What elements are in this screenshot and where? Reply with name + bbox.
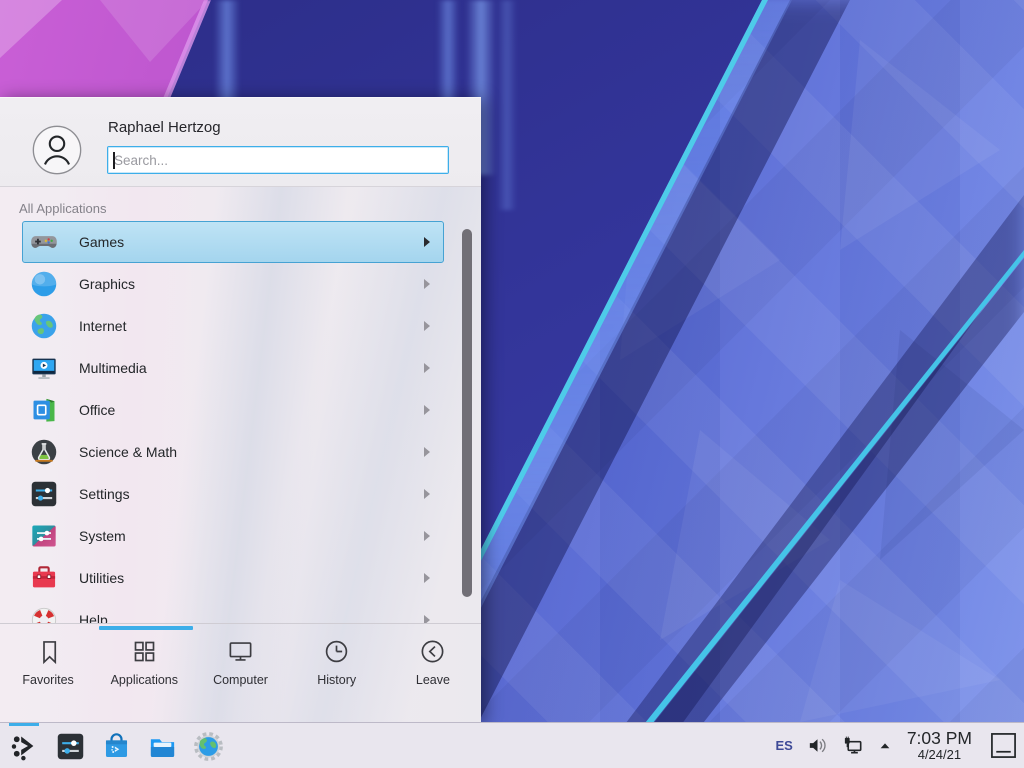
application-launcher-button[interactable] xyxy=(1,723,47,768)
clock-date: 4/24/21 xyxy=(907,748,972,762)
chevron-right-icon xyxy=(424,531,430,541)
computer-icon xyxy=(227,638,254,665)
wallpaper-sheen xyxy=(497,0,517,210)
sphere-icon xyxy=(30,270,58,298)
grid-icon xyxy=(131,638,158,665)
sliders-dark-icon xyxy=(30,480,58,508)
tab-label: Applications xyxy=(111,673,178,687)
flask-icon xyxy=(30,438,58,466)
globe-icon xyxy=(30,312,58,340)
network-icon[interactable] xyxy=(842,734,865,757)
category-science-math[interactable]: Science & Math xyxy=(22,431,444,473)
digital-clock[interactable]: 7:03 PM 4/24/21 xyxy=(905,729,974,762)
category-label: Science & Math xyxy=(79,444,177,460)
clock-time: 7:03 PM xyxy=(907,729,972,748)
bookmark-icon xyxy=(35,638,62,665)
system-settings-button[interactable] xyxy=(47,723,93,768)
chevron-right-icon xyxy=(424,615,430,623)
chevron-right-icon xyxy=(424,363,430,373)
folder-icon xyxy=(147,731,178,762)
leave-icon xyxy=(419,638,446,665)
category-settings[interactable]: Settings xyxy=(22,473,444,515)
category-system[interactable]: System xyxy=(22,515,444,557)
keyboard-layout-indicator[interactable]: ES xyxy=(775,738,792,753)
expand-tray-icon[interactable] xyxy=(878,739,892,753)
kickoff-icon xyxy=(9,731,40,762)
system-settings-icon xyxy=(55,731,86,762)
tab-history[interactable]: History xyxy=(289,638,385,722)
category-label: Games xyxy=(79,234,124,250)
category-list: Games Graphics xyxy=(22,221,444,623)
category-games[interactable]: Games xyxy=(22,221,444,263)
discover-bag-icon xyxy=(101,731,132,762)
launcher-footer: Favorites Applications Computer Hist xyxy=(0,623,481,722)
category-label: Office xyxy=(79,402,115,418)
gamepad-icon xyxy=(30,228,58,256)
browser-globe-gear-icon xyxy=(193,731,224,762)
chevron-right-icon xyxy=(424,447,430,457)
discover-button[interactable] xyxy=(93,723,139,768)
file-manager-button[interactable] xyxy=(139,723,185,768)
scrollbar-thumb[interactable] xyxy=(462,229,472,597)
category-label: Help xyxy=(79,612,108,623)
category-multimedia[interactable]: Multimedia xyxy=(22,347,444,389)
sliders-color-icon xyxy=(30,522,58,550)
chevron-right-icon xyxy=(424,489,430,499)
user-avatar[interactable] xyxy=(32,125,82,175)
category-label: Utilities xyxy=(79,570,124,586)
lifebuoy-icon xyxy=(30,606,58,623)
web-browser-button[interactable] xyxy=(185,723,231,768)
footer-tabs: Favorites Applications Computer Hist xyxy=(0,624,481,722)
taskbar-launchers xyxy=(1,723,231,768)
tab-applications[interactable]: Applications xyxy=(96,638,192,722)
category-label: Graphics xyxy=(79,276,135,292)
category-label: Settings xyxy=(79,486,130,502)
system-tray: ES 7:03 PM 4/24/21 xyxy=(775,723,1024,768)
chevron-right-icon xyxy=(424,237,430,247)
category-internet[interactable]: Internet xyxy=(22,305,444,347)
chevron-right-icon xyxy=(424,279,430,289)
chevron-right-icon xyxy=(424,321,430,331)
chevron-right-icon xyxy=(424,405,430,415)
clock-icon xyxy=(323,638,350,665)
tab-computer[interactable]: Computer xyxy=(192,638,288,722)
tab-label: Computer xyxy=(213,673,268,687)
user-name: Raphael Hertzog xyxy=(108,119,221,136)
document-icon xyxy=(30,396,58,424)
monitor-play-icon xyxy=(30,354,58,382)
toolbox-icon xyxy=(30,564,58,592)
active-tab-indicator xyxy=(99,626,193,630)
launcher-header: Raphael Hertzog xyxy=(0,98,481,187)
category-help[interactable]: Help xyxy=(22,599,444,623)
show-desktop-button[interactable] xyxy=(990,732,1017,759)
category-label: Multimedia xyxy=(79,360,147,376)
search-input[interactable] xyxy=(107,146,449,174)
tab-label: Leave xyxy=(416,673,450,687)
category-graphics[interactable]: Graphics xyxy=(22,263,444,305)
category-label: System xyxy=(79,528,126,544)
category-office[interactable]: Office xyxy=(22,389,444,431)
tab-label: History xyxy=(317,673,356,687)
tab-leave[interactable]: Leave xyxy=(385,638,481,722)
tab-label: Favorites xyxy=(22,673,73,687)
taskbar-panel: ES 7:03 PM 4/24/21 xyxy=(0,722,1024,768)
category-utilities[interactable]: Utilities xyxy=(22,557,444,599)
application-launcher-popup: Raphael Hertzog All Applications Games xyxy=(0,97,481,722)
category-label: Internet xyxy=(79,318,126,334)
tab-favorites[interactable]: Favorites xyxy=(0,638,96,722)
chevron-right-icon xyxy=(424,573,430,583)
volume-icon[interactable] xyxy=(806,734,829,757)
text-caret xyxy=(113,152,115,169)
section-label: All Applications xyxy=(19,201,106,216)
